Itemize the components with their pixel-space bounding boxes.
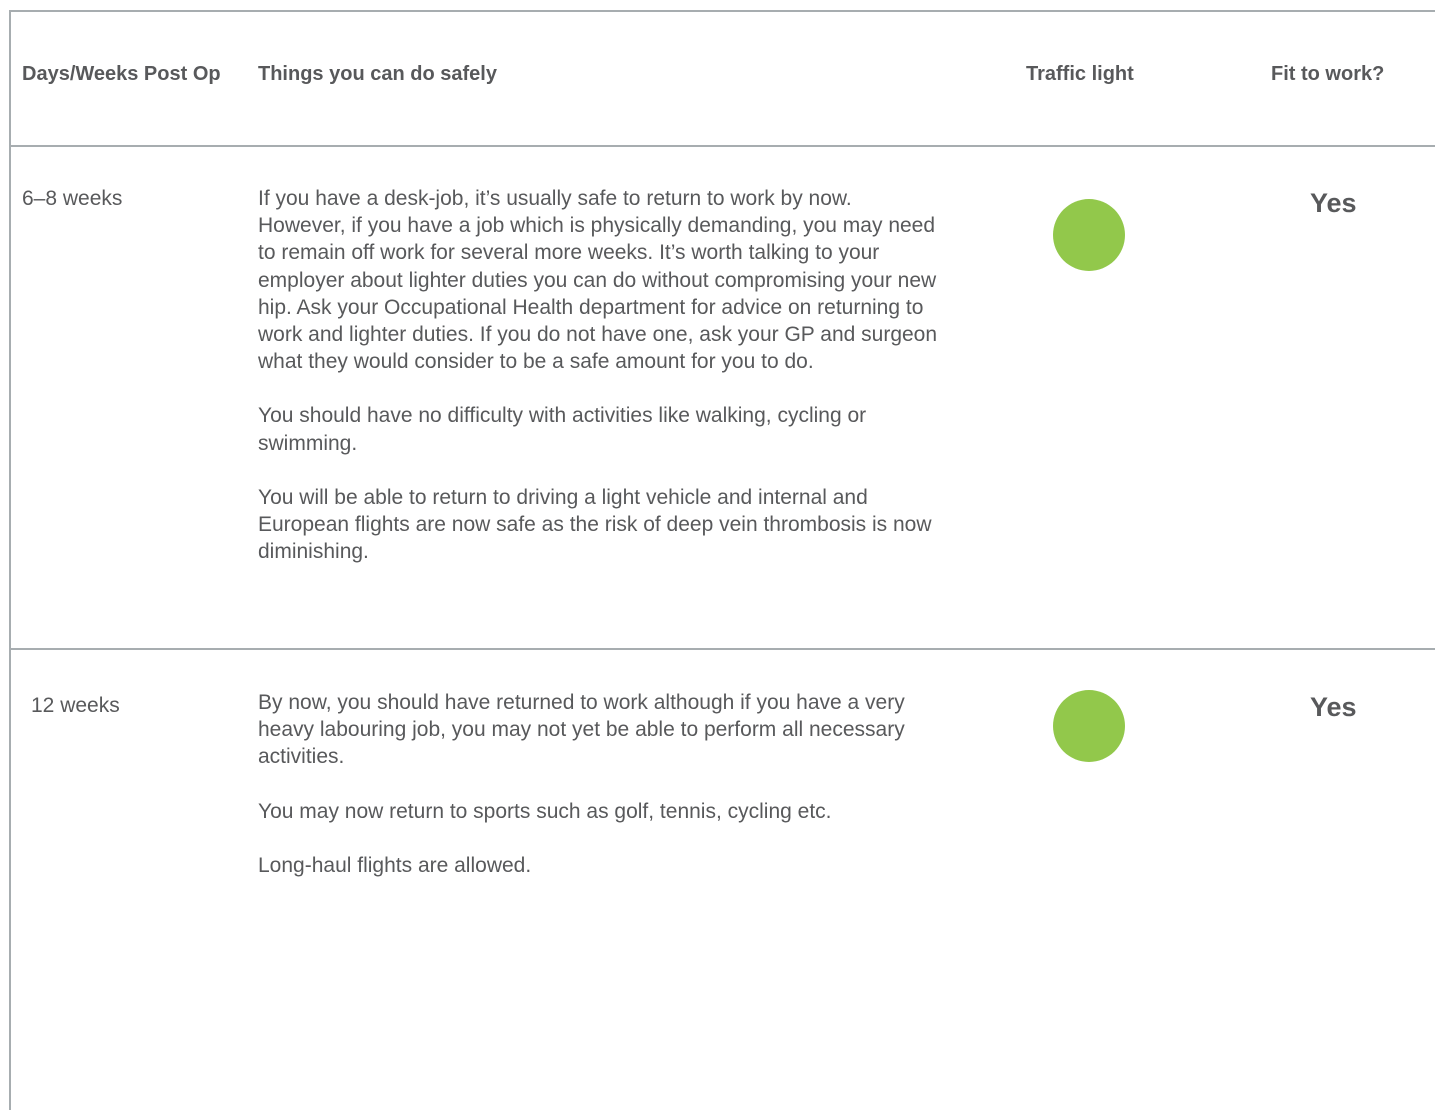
row-divider [11, 145, 1435, 147]
header-things-you-can-do: Things you can do safely [258, 63, 497, 85]
advice-cell: By now, you should have returned to work… [258, 689, 938, 906]
advice-paragraph: By now, you should have returned to work… [258, 691, 905, 769]
period-cell: 6–8 weeks [22, 187, 123, 210]
fit-to-work-value: Yes [1310, 188, 1357, 218]
fit-to-work-value: Yes [1310, 692, 1357, 722]
advice-paragraph: Long-haul flights are allowed. [258, 853, 532, 877]
header-traffic-light: Traffic light [1026, 63, 1134, 85]
header-days-weeks: Days/Weeks Post Op [22, 63, 221, 85]
traffic-light-indicator [1053, 690, 1125, 762]
advice-paragraph: You will be able to return to driving a … [258, 485, 932, 564]
traffic-light-indicator [1053, 199, 1125, 271]
advice-cell: If you have a desk-job, it’s usually saf… [258, 185, 938, 592]
period-cell: 12 weeks [31, 694, 120, 717]
header-fit-to-work: Fit to work? [1271, 63, 1385, 85]
advice-paragraph: You may now return to sports such as gol… [258, 799, 832, 823]
row-divider [11, 648, 1435, 650]
advice-paragraph: If you have a desk-job, it’s usually saf… [258, 187, 938, 374]
advice-paragraph: You should have no difficulty with activ… [258, 404, 867, 455]
